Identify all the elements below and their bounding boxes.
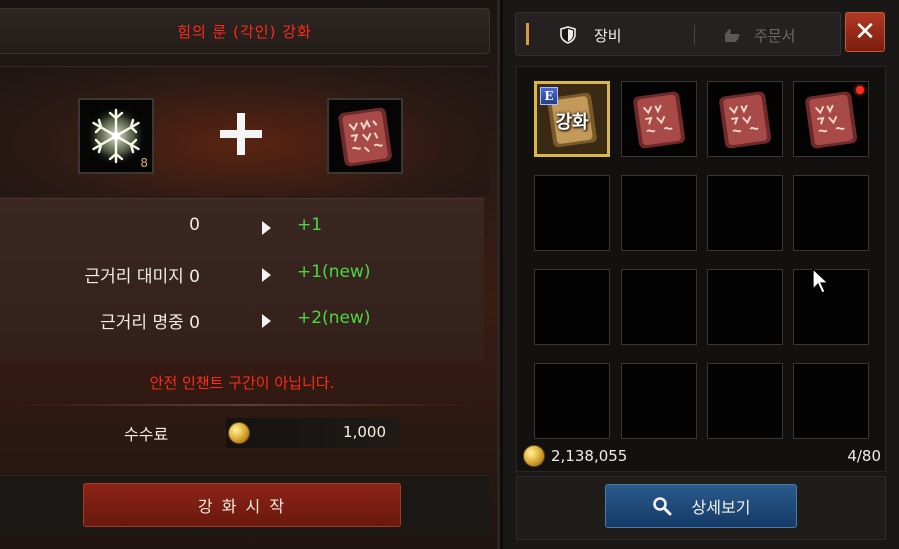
new-item-dot xyxy=(856,86,864,94)
play-arrow-icon xyxy=(262,221,271,235)
inventory-slot[interactable] xyxy=(534,175,610,251)
close-icon: ✕ xyxy=(854,17,876,47)
cursor-icon xyxy=(812,268,830,294)
inventory-slot[interactable] xyxy=(621,175,697,251)
stat-next: +1(new) xyxy=(297,262,371,282)
material-slot[interactable]: 8 xyxy=(78,98,154,174)
search-icon xyxy=(652,497,672,516)
inventory-slot[interactable] xyxy=(793,269,869,345)
inventory-slot[interactable] xyxy=(793,81,869,157)
play-arrow-icon xyxy=(262,268,271,282)
rune-tablet-icon xyxy=(633,91,686,149)
target-item-slot[interactable] xyxy=(327,98,403,174)
snowflake-icon xyxy=(86,106,146,166)
tab-equipment-label: 장비 xyxy=(594,26,622,45)
tab-scrolls-label: 주문서 xyxy=(754,26,796,45)
inventory-grid: E 강화 xyxy=(516,66,886,472)
tab-marker xyxy=(526,23,529,45)
inventory-slot[interactable] xyxy=(621,81,697,157)
inventory-slot[interactable] xyxy=(707,175,783,251)
rune-tablet-icon xyxy=(338,107,392,167)
tab-scrolls[interactable]: 주문서 xyxy=(722,13,795,57)
inventory-count: 4/80 xyxy=(847,447,881,465)
gold-display: 2,138,055 xyxy=(523,444,627,468)
enhance-title-bar: 힘의 룬 (각인) 강화 xyxy=(0,8,490,54)
inventory-slot-equipped[interactable]: E 강화 xyxy=(534,81,610,157)
fee-label: 수수료 xyxy=(124,425,169,444)
equipped-badge: E xyxy=(540,87,558,105)
scroll-hand-icon xyxy=(725,29,740,42)
coin-icon xyxy=(228,422,250,444)
rune-tablet-icon xyxy=(719,91,772,149)
stat-row: 근거리 대미지 0 +1(new) xyxy=(0,258,484,288)
plus-icon xyxy=(220,113,262,155)
material-count: 8 xyxy=(140,156,148,170)
inventory-panel: 장비 주문서 ✕ E 강화 2,138,055 4/80 상세보기 xyxy=(503,0,899,549)
stat-current: 0 xyxy=(189,267,200,287)
tab-equipment[interactable]: 장비 xyxy=(560,13,622,57)
shield-icon xyxy=(560,26,576,44)
stat-label: 근거리 명중 xyxy=(100,313,184,333)
start-enhance-button[interactable]: 강 화 시 작 xyxy=(83,483,401,527)
enhance-panel: 힘의 룬 (각인) 강화 8 0 +1 근거리 대미지 0 +1(new) 근거… xyxy=(0,0,500,549)
inventory-slot[interactable] xyxy=(707,269,783,345)
stats-panel: 0 +1 근거리 대미지 0 +1(new) 근거리 명중 0 +2(new) xyxy=(0,198,484,362)
details-button[interactable]: 상세보기 xyxy=(605,484,797,528)
stat-next: +2(new) xyxy=(297,308,371,328)
stat-label: 근거리 대미지 xyxy=(84,267,184,287)
divider xyxy=(10,404,480,406)
inventory-slot[interactable] xyxy=(534,269,610,345)
fee-value: 1,000 xyxy=(343,423,386,441)
stat-row: 0 +1 xyxy=(0,211,484,241)
gold-value: 2,138,055 xyxy=(551,447,628,465)
tab-separator xyxy=(694,25,695,45)
play-arrow-icon xyxy=(262,314,271,328)
inventory-tab-bar: 장비 주문서 xyxy=(515,12,841,56)
rune-tablet-icon xyxy=(805,91,858,149)
inventory-slot[interactable] xyxy=(707,363,783,439)
stat-current: 0 xyxy=(189,215,200,235)
warning-text: 안전 인챈트 구간이 아닙니다. xyxy=(149,374,335,392)
inventory-slot[interactable] xyxy=(793,363,869,439)
coin-icon xyxy=(523,445,545,467)
inventory-slot[interactable] xyxy=(621,269,697,345)
details-button-label: 상세보기 xyxy=(691,498,751,517)
stat-row: 근거리 명중 0 +2(new) xyxy=(0,304,484,334)
enhance-tag: 강화 xyxy=(555,112,589,133)
inventory-slot[interactable] xyxy=(707,81,783,157)
inventory-slot[interactable] xyxy=(621,363,697,439)
enhance-title: 힘의 룬 (각인) 강화 xyxy=(177,22,312,41)
inventory-slot[interactable] xyxy=(534,363,610,439)
stat-current: 0 xyxy=(189,313,200,333)
fee-bar: 1,000 xyxy=(226,418,398,448)
stat-next: +1 xyxy=(297,215,323,235)
inventory-slot[interactable] xyxy=(793,175,869,251)
close-button[interactable]: ✕ xyxy=(845,12,885,52)
